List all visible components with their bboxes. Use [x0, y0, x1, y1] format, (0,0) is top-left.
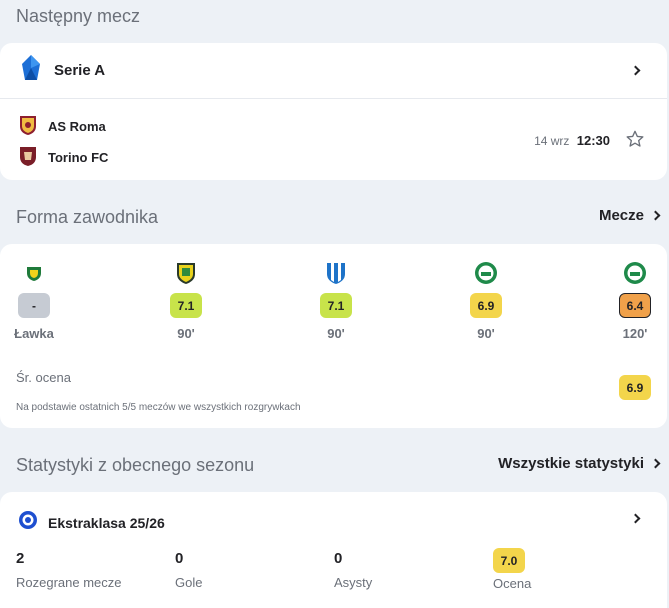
home-team-name: AS Roma	[48, 119, 106, 134]
chevron-right-icon	[650, 458, 661, 469]
average-rating-label: Śr. ocena	[16, 370, 71, 385]
chevron-right-icon	[630, 513, 641, 524]
stat-label: Ocena	[493, 576, 532, 591]
season-stats-title: Statystyki z obecnego sezonu	[16, 455, 255, 475]
club-crest-icon	[325, 260, 347, 286]
away-team[interactable]: Torino FC	[18, 145, 108, 170]
match-date: 14 wrz	[534, 134, 570, 148]
club-crest-icon	[474, 260, 498, 286]
home-team[interactable]: AS Roma	[18, 114, 106, 139]
next-match-card[interactable]: Serie A AS Roma Torino FC 14 wrz 12:30	[0, 43, 667, 180]
stat-item: 7.0 Ocena	[493, 548, 531, 591]
league-row[interactable]: Serie A	[0, 43, 667, 99]
stat-rating-badge: 7.0	[493, 548, 525, 573]
matches-link[interactable]: Mecze	[598, 207, 661, 224]
star-icon[interactable]	[625, 129, 645, 154]
match-minutes: 90'	[327, 326, 345, 341]
gks-crest-icon	[25, 260, 43, 286]
stat-item: 0 Gole	[175, 550, 202, 590]
season-stats-card: Ekstraklasa 25/26 2 Rozegrane mecze 0 Go…	[0, 492, 667, 608]
form-title: Forma zawodnika	[16, 207, 159, 227]
stat-label: Gole	[175, 575, 203, 590]
form-match[interactable]: - Ławka	[4, 260, 64, 341]
form-match[interactable]: 6.9 90'	[456, 260, 516, 341]
match-datetime: 14 wrz 12:30	[534, 133, 610, 148]
match-minutes: 120'	[622, 326, 648, 341]
league-name: Serie A	[54, 62, 106, 79]
stat-item: 2 Rozegrane mecze	[16, 550, 122, 590]
form-match[interactable]: 7.1 90'	[306, 260, 366, 341]
match-rating[interactable]: 6.4	[619, 293, 651, 318]
next-match-title: Następny mecz	[16, 6, 141, 26]
ekstraklasa-logo-icon	[18, 510, 38, 535]
club-crest-icon	[623, 260, 647, 286]
serie-a-logo-icon	[20, 54, 42, 87]
stat-label: Rozegrane mecze	[16, 575, 122, 590]
match-minutes: 90'	[477, 326, 495, 341]
torino-crest-icon	[18, 145, 38, 170]
chevron-right-icon	[630, 65, 641, 76]
average-rating-badge: 6.9	[619, 375, 651, 400]
matches-link-label: Mecze	[598, 207, 644, 224]
form-card: - Ławka 7.1 90' 7.1 90' 6.9 90' 6.4 120'…	[0, 244, 667, 428]
as-roma-crest-icon	[18, 114, 38, 139]
match-minutes: Ławka	[14, 326, 54, 341]
club-crest-icon	[175, 260, 197, 286]
match-rating[interactable]: 6.9	[470, 293, 502, 318]
match-rating[interactable]: 7.1	[170, 293, 202, 318]
stat-label: Asysty	[334, 575, 373, 590]
stat-item: 0 Asysty	[334, 550, 372, 590]
match-time: 12:30	[576, 133, 610, 148]
away-team-name: Torino FC	[48, 150, 109, 165]
competition-name: Ekstraklasa 25/26	[48, 514, 165, 531]
all-stats-link-label: Wszystkie statystyki	[498, 455, 644, 472]
all-stats-link[interactable]: Wszystkie statystyki	[498, 455, 661, 472]
match-minutes: 90'	[177, 326, 195, 341]
stat-value: 0	[334, 550, 343, 567]
stat-value: 0	[175, 550, 184, 567]
match-rating[interactable]: 7.1	[320, 293, 352, 318]
form-match[interactable]: 7.1 90'	[156, 260, 216, 341]
form-footnote: Na podstawie ostatnich 5/5 meczów we wsz…	[16, 402, 301, 413]
match-rating[interactable]: -	[18, 293, 50, 318]
stat-value: 2	[16, 550, 25, 567]
chevron-right-icon	[650, 210, 661, 221]
form-match[interactable]: 6.4 120'	[605, 260, 665, 341]
competition-row[interactable]: Ekstraklasa 25/26	[18, 510, 667, 535]
